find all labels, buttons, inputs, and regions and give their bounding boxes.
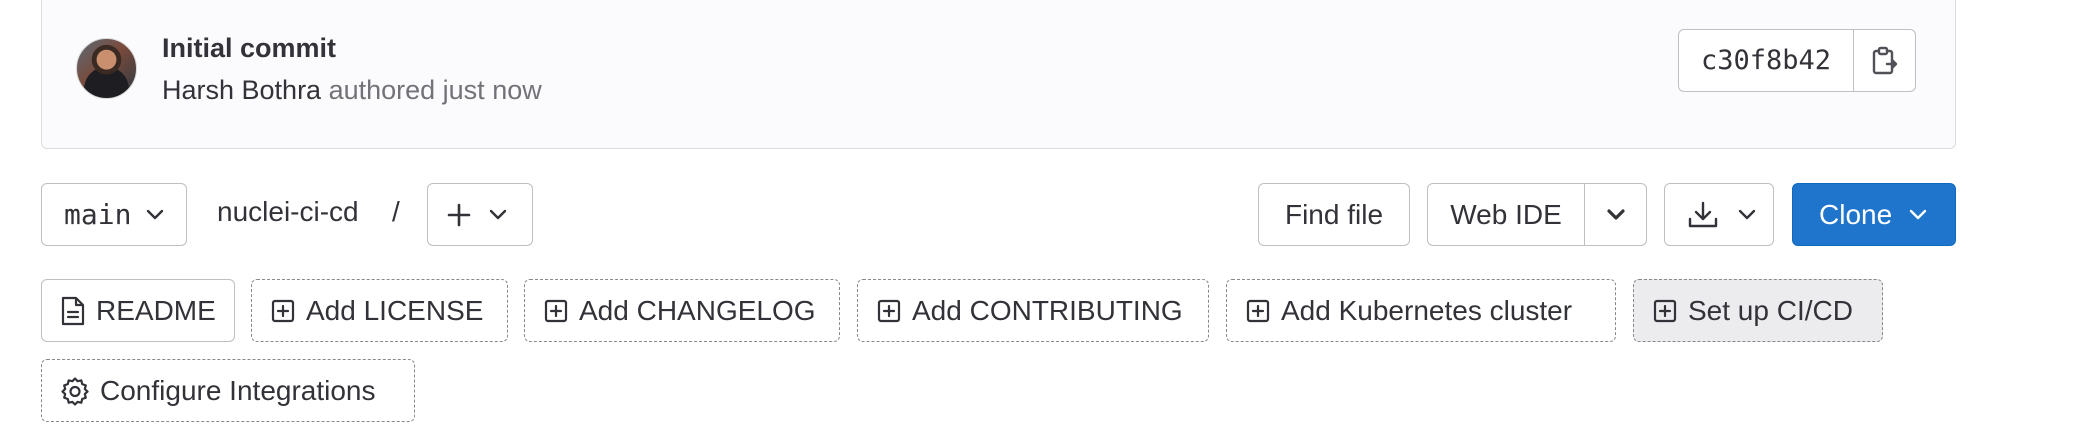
setup-cicd-button[interactable]: Set up CI/CD — [1633, 279, 1883, 342]
breadcrumb-project[interactable]: nuclei-ci-cd — [217, 196, 359, 228]
add-contributing-label: Add CONTRIBUTING — [912, 294, 1183, 326]
branch-name: main — [64, 198, 132, 231]
readme-button[interactable]: README — [41, 279, 235, 342]
chevron-down-icon — [145, 208, 165, 222]
breadcrumb-separator: / — [392, 196, 400, 227]
commit-sha-group: c30f8b42 — [1678, 29, 1917, 92]
add-contributing-button[interactable]: Add CONTRIBUTING — [857, 279, 1209, 342]
add-changelog-label: Add CHANGELOG — [579, 294, 816, 326]
add-license-button[interactable]: Add LICENSE — [251, 279, 508, 342]
plus-square-icon — [271, 299, 295, 322]
chevron-down-icon — [1737, 208, 1757, 222]
gear-icon — [61, 376, 89, 406]
plus-square-icon — [544, 299, 568, 322]
avatar[interactable] — [76, 38, 137, 99]
chevron-down-icon — [1606, 208, 1625, 220]
commit-author[interactable]: Harsh Bothra — [162, 75, 321, 105]
clone-label: Clone — [1819, 198, 1893, 230]
configure-integrations-label: Configure Integrations — [100, 374, 376, 406]
download-button[interactable] — [1664, 183, 1774, 246]
plus-square-icon — [1246, 299, 1270, 322]
web-ide-split-button: Web IDE — [1427, 183, 1647, 246]
setup-cicd-label: Set up CI/CD — [1688, 294, 1853, 326]
add-kubernetes-cluster-button[interactable]: Add Kubernetes cluster — [1226, 279, 1616, 342]
download-icon — [1688, 201, 1718, 227]
commit-sha[interactable]: c30f8b42 — [1678, 29, 1855, 92]
commit-title[interactable]: Initial commit — [162, 33, 336, 64]
document-icon — [61, 296, 85, 325]
clipboard-icon — [1872, 46, 1897, 74]
web-ide-dropdown[interactable] — [1585, 183, 1647, 246]
add-license-label: Add LICENSE — [306, 294, 484, 326]
clone-button[interactable]: Clone — [1792, 183, 1956, 246]
chevron-down-icon — [488, 208, 508, 222]
readme-label: README — [96, 294, 216, 326]
find-file-button[interactable]: Find file — [1258, 183, 1410, 246]
chevron-down-icon — [1908, 208, 1928, 222]
commit-meta: Harsh Bothra authored just now — [162, 75, 542, 106]
web-ide-button[interactable]: Web IDE — [1427, 183, 1585, 246]
plus-square-icon — [877, 299, 901, 322]
plus-icon — [447, 203, 471, 226]
branch-selector[interactable]: main — [41, 183, 187, 246]
plus-square-icon — [1653, 299, 1677, 322]
commit-time: authored just now — [321, 75, 542, 105]
configure-integrations-button[interactable]: Configure Integrations — [41, 359, 415, 422]
copy-sha-button[interactable] — [1854, 29, 1917, 92]
add-changelog-button[interactable]: Add CHANGELOG — [524, 279, 840, 342]
add-kubernetes-cluster-label: Add Kubernetes cluster — [1281, 294, 1573, 326]
add-to-tree-button[interactable] — [427, 183, 533, 246]
